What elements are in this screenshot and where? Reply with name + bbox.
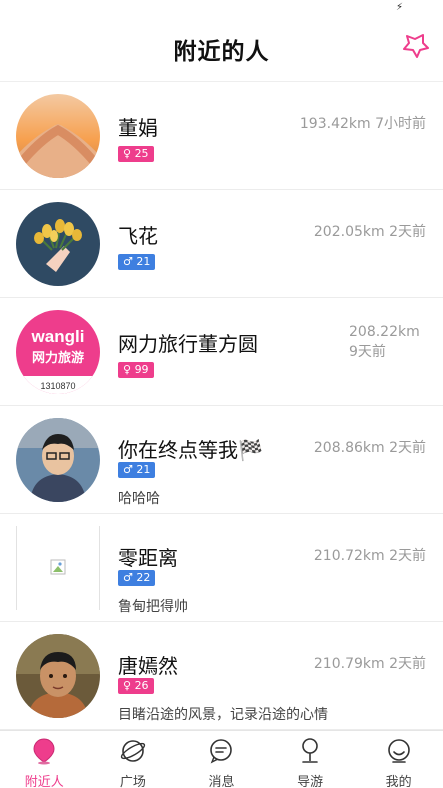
user-name: 你在终点等我🏁 xyxy=(118,438,263,462)
tab-label: 附近人 xyxy=(24,775,64,788)
bottom-tab-bar: 附近人 广场 消息 导游 我的 xyxy=(0,730,443,788)
gender-age-badge: ♂ 22 xyxy=(118,570,156,586)
nearby-user-list: 董娟 ♀ 25 193.42km 7小时前 飞花 ♂ 21 202.05km 2… xyxy=(0,82,443,730)
planet-icon xyxy=(120,740,146,762)
list-item[interactable]: 飞花 ♂ 21 202.05km 2天前 xyxy=(0,190,443,298)
smiley-icon xyxy=(387,739,410,763)
user-name: 网力旅行董方圆 xyxy=(118,332,258,356)
location-pin-icon xyxy=(33,738,55,765)
user-name: 飞花 xyxy=(118,224,158,248)
distance-time: 202.05km 2天前 xyxy=(313,224,426,240)
svg-text:1310870: 1310870 xyxy=(40,381,75,391)
tab-label: 导游 xyxy=(297,775,324,788)
filter-button[interactable] xyxy=(401,32,429,60)
svg-text:网力旅游: 网力旅游 xyxy=(32,350,84,366)
user-intro: 哈哈哈 xyxy=(118,491,160,507)
tab-guide[interactable]: 导游 xyxy=(266,731,355,788)
svg-text:wangli: wangli xyxy=(31,327,85,346)
distance-time: 208.86km 2天前 xyxy=(313,440,426,456)
avatar[interactable] xyxy=(16,94,100,178)
list-item[interactable]: 唐嫣然 ♀ 26 目睹沿途的风景，记录沿途的心情 210.79km 2天前 xyxy=(0,622,443,730)
gender-age-badge: ♀ 26 xyxy=(118,678,154,694)
distance-time: 210.79km 2天前 xyxy=(313,656,426,672)
gender-age-badge: ♂ 21 xyxy=(118,462,156,478)
user-name: 唐嫣然 xyxy=(118,654,178,678)
status-bar: ⚡ xyxy=(0,0,443,14)
page-title: 附近的人 xyxy=(173,39,270,65)
list-item[interactable]: 零距离 ♂ 22 鲁甸把得帅 210.72km 2天前 xyxy=(0,514,443,622)
gender-age-badge: ♂ 21 xyxy=(118,254,156,270)
gender-age-badge: ♀ 99 xyxy=(118,362,154,378)
tab-label: 我的 xyxy=(385,775,412,788)
star-filter-icon xyxy=(403,34,429,58)
map-pin-icon xyxy=(302,738,318,763)
user-intro: 目睹沿途的风景，记录沿途的心情 xyxy=(118,707,328,723)
avatar[interactable]: wangli 网力旅游 1310870 xyxy=(16,310,100,394)
distance-time: 208.22km 9天前 xyxy=(349,324,420,360)
charging-icon: ⚡ xyxy=(395,2,403,13)
distance-time: 193.42km 7小时前 xyxy=(299,116,426,132)
gender-age-badge: ♀ 25 xyxy=(118,146,154,162)
chat-bubble-icon xyxy=(210,739,233,764)
avatar[interactable] xyxy=(16,634,100,718)
avatar[interactable] xyxy=(16,418,100,502)
user-intro: 鲁甸把得帅 xyxy=(118,599,188,615)
list-item[interactable]: wangli 网力旅游 1310870 网力旅行董方圆 ♀ 99 208.22k… xyxy=(0,298,443,406)
list-item[interactable]: 你在终点等我🏁 ♂ 21 哈哈哈 208.86km 2天前 xyxy=(0,406,443,514)
tab-nearby[interactable]: 附近人 xyxy=(0,731,89,788)
tab-messages[interactable]: 消息 xyxy=(177,731,266,788)
list-item[interactable]: 董娟 ♀ 25 193.42km 7小时前 xyxy=(0,82,443,190)
distance-time: 210.72km 2天前 xyxy=(313,548,426,564)
tab-label: 消息 xyxy=(208,775,235,788)
tab-square[interactable]: 广场 xyxy=(89,731,178,788)
user-name: 董娟 xyxy=(118,116,158,140)
user-name: 零距离 xyxy=(118,546,178,570)
header: 附近的人 xyxy=(0,14,443,82)
tab-me[interactable]: 我的 xyxy=(354,731,443,788)
avatar[interactable] xyxy=(16,526,100,610)
tab-label: 广场 xyxy=(119,775,146,788)
avatar[interactable] xyxy=(16,202,100,286)
